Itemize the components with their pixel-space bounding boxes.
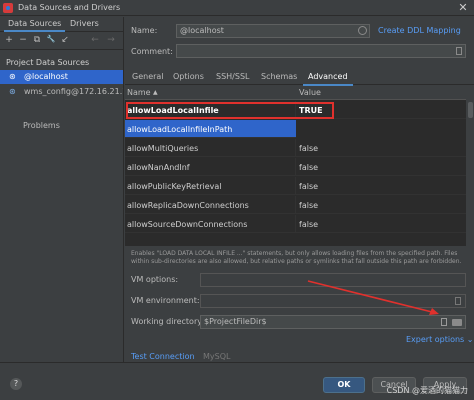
tab-data-sources[interactable]: Data Sources xyxy=(3,19,66,32)
window-title: Data Sources and Drivers xyxy=(18,3,121,12)
data-source-label: @localhost xyxy=(24,72,68,81)
add-icon[interactable]: + xyxy=(4,35,14,45)
mysql-icon: ⊛ xyxy=(9,72,16,81)
tab-drivers[interactable]: Drivers xyxy=(70,19,99,28)
duplicate-icon[interactable]: ⧉ xyxy=(32,35,42,45)
data-source-wms-config[interactable]: ⊛ wms_config@172.16.21.78 [2 xyxy=(0,85,123,99)
project-data-sources-label: Project Data Sources xyxy=(6,58,90,67)
back-icon[interactable]: ← xyxy=(90,35,100,45)
help-icon[interactable]: ? xyxy=(10,378,22,390)
mysql-icon: ⊛ xyxy=(9,87,16,96)
dialog-footer: ? OK Cancel Apply CSDN @爱酒的猫猫力 xyxy=(0,362,474,400)
remove-icon[interactable]: − xyxy=(18,35,28,45)
app-icon xyxy=(3,3,13,13)
wrench-icon[interactable]: 🔧 xyxy=(46,35,56,43)
forward-icon[interactable]: → xyxy=(106,35,116,45)
left-panel: Data Sources Drivers + − ⧉ 🔧 ↙ ← → Proje… xyxy=(0,17,124,362)
left-toolbar: + − ⧉ 🔧 ↙ ← → xyxy=(0,32,123,50)
right-panel: Name: @localhost Create DDL Mapping Comm… xyxy=(125,17,474,362)
left-tabs: Data Sources Drivers xyxy=(0,17,123,32)
title-bar: Data Sources and Drivers ✕ xyxy=(0,0,474,16)
import-icon[interactable]: ↙ xyxy=(60,35,70,45)
problems-item[interactable]: Problems xyxy=(23,121,60,130)
red-arrow-annotation xyxy=(307,280,439,315)
watermark: CSDN @爱酒的猫猫力 xyxy=(386,386,468,395)
close-icon[interactable]: ✕ xyxy=(456,0,470,16)
data-source-localhost[interactable]: ⊛ @localhost xyxy=(0,70,123,84)
data-source-label: wms_config@172.16.21.78 [2 xyxy=(24,87,123,96)
ok-button[interactable]: OK xyxy=(323,377,365,393)
